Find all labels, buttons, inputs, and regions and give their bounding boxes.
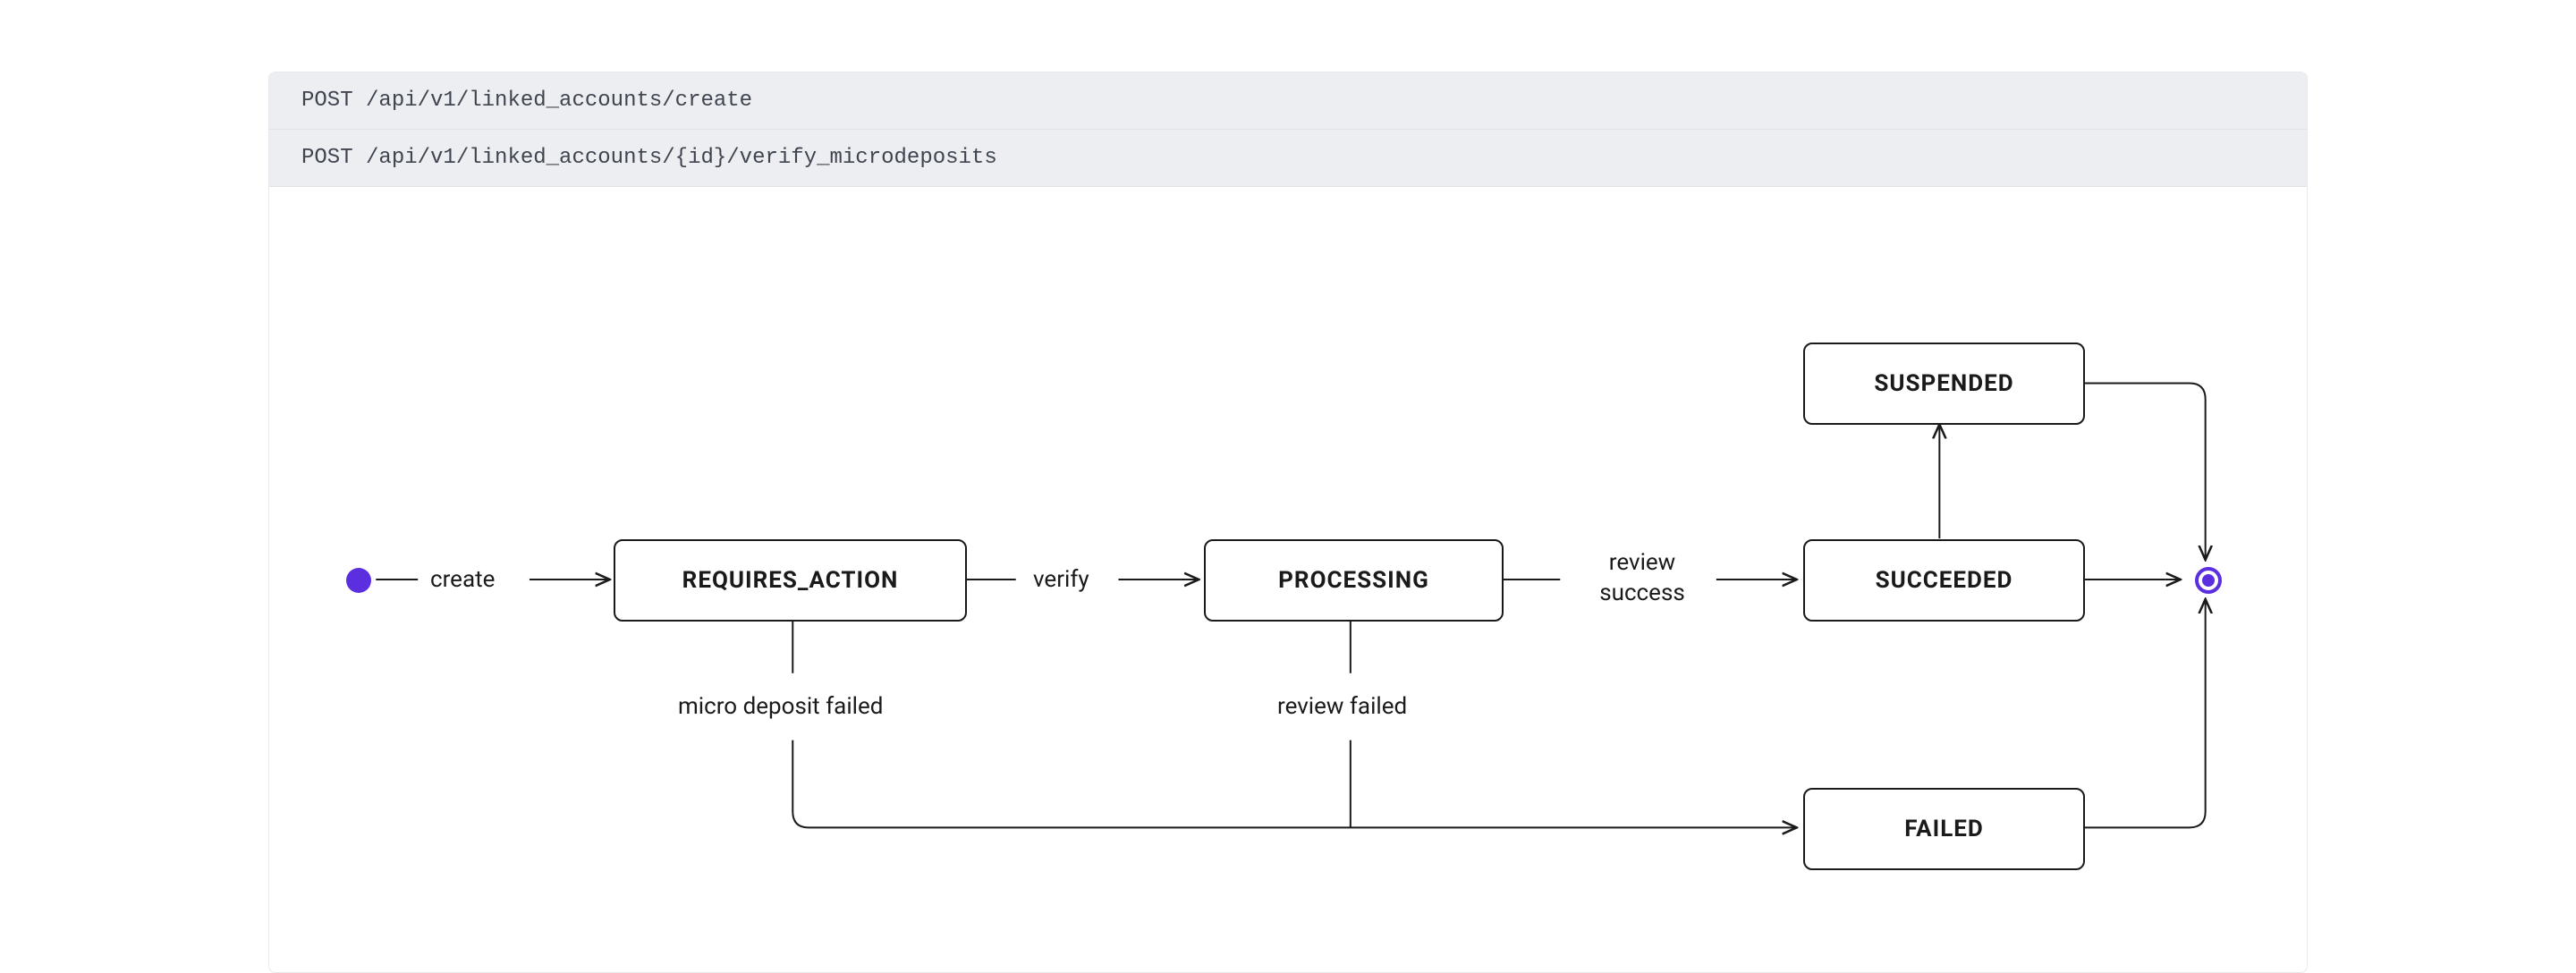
endpoint-method-2: POST bbox=[301, 146, 353, 170]
edge-label-review-failed: review failed bbox=[1275, 692, 1409, 723]
state-failed: FAILED bbox=[1803, 788, 2085, 870]
state-succeeded: SUCCEEDED bbox=[1803, 539, 2085, 622]
state-diagram: REQUIRES_ACTION PROCESSING SUSPENDED SUC… bbox=[269, 187, 2307, 973]
diagram-container: POST /api/v1/linked_accounts/create POST… bbox=[268, 72, 2308, 973]
edge-label-review-success: review success bbox=[1575, 548, 1709, 609]
state-processing: PROCESSING bbox=[1204, 539, 1504, 622]
start-node-icon bbox=[346, 568, 371, 593]
api-endpoint-row-1: POST /api/v1/linked_accounts/create bbox=[269, 72, 2307, 130]
edge-label-verify: verify bbox=[1031, 565, 1091, 596]
endpoint-path-1: /api/v1/linked_accounts/create bbox=[366, 89, 752, 113]
edge-label-micro-deposit-failed: micro deposit failed bbox=[676, 692, 885, 723]
endpoint-method-1: POST bbox=[301, 89, 353, 113]
endpoint-path-2: /api/v1/linked_accounts/{id}/verify_micr… bbox=[366, 146, 997, 170]
state-requires-action: REQUIRES_ACTION bbox=[614, 539, 967, 622]
edge-label-create: create bbox=[428, 565, 496, 596]
state-suspended: SUSPENDED bbox=[1803, 343, 2085, 425]
end-node-icon bbox=[2195, 567, 2222, 594]
api-endpoint-row-2: POST /api/v1/linked_accounts/{id}/verify… bbox=[269, 130, 2307, 187]
